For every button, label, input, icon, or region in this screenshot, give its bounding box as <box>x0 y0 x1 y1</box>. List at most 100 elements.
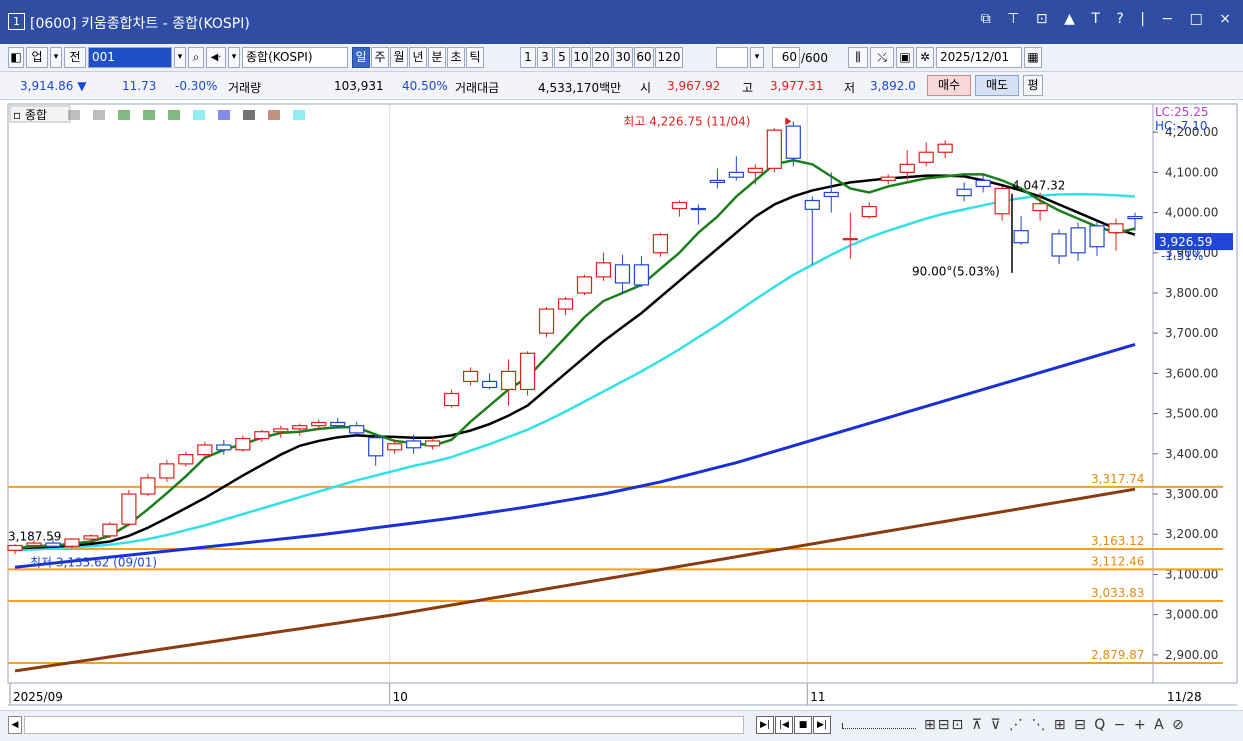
interval-3[interactable]: 3 <box>537 47 553 68</box>
candle-body <box>368 437 384 457</box>
window-title: [0600] 키움종합차트 - 종합(KOSPI) <box>30 16 250 32</box>
price-chart[interactable]: 2025/09 10 11 11/284,200.004,100.004,000.00… <box>0 100 1243 710</box>
tab-period-second[interactable]: 초 <box>447 47 465 68</box>
name-input[interactable]: 종합(KOSPI) <box>242 47 348 68</box>
settings-gear-icon[interactable]: ✲ <box>916 47 934 68</box>
zoom-slider[interactable] <box>842 723 916 729</box>
nav-next-button[interactable]: ▶| <box>813 716 831 734</box>
candle-body <box>121 493 137 525</box>
interval-10[interactable]: 10 <box>571 47 591 68</box>
candle-body <box>671 201 688 210</box>
chart-title: ▫ 종합 <box>13 108 47 122</box>
peak-label: 4,047.32 <box>1012 179 1065 193</box>
x-tick-label: 11/28 <box>1167 690 1202 704</box>
high-annotation: 최고 4,226.75 (11/04) <box>623 114 750 128</box>
candle-body <box>1089 225 1105 248</box>
candle-body <box>690 207 706 211</box>
nav-first-button[interactable]: ▶| <box>756 716 774 734</box>
horizontal-scrollbar[interactable] <box>24 716 744 734</box>
volume-value: 103,931 <box>334 79 384 93</box>
code-input[interactable]: 001 <box>88 47 172 68</box>
candle-body <box>1032 203 1048 212</box>
close-icon[interactable]: × <box>1219 11 1235 27</box>
tab-period-day[interactable]: 일 <box>352 47 370 68</box>
candle-body <box>1070 227 1086 254</box>
interval-dropdown-icon[interactable]: ▾ <box>750 47 764 68</box>
tab-period-year[interactable]: 년 <box>409 47 427 68</box>
nav-prev-button[interactable]: |◀ <box>775 716 793 734</box>
candle-body <box>349 425 365 434</box>
open-label: 시 <box>640 81 652 95</box>
candle-body <box>500 370 517 391</box>
name-dropdown-icon[interactable]: ▾ <box>228 47 240 68</box>
open-value: 3,967.92 <box>667 79 721 93</box>
interval-30[interactable]: 30 <box>613 47 633 68</box>
horizontal-level-label: 3,317.74 <box>1091 472 1144 486</box>
window-controls[interactable]: ⧉ ⊤ ⊡ ▲ T ? | − □ × <box>977 11 1235 27</box>
date-input[interactable]: 2025/12/01 <box>936 47 1022 68</box>
candle-body <box>519 352 536 391</box>
count-total: /600 <box>801 51 828 65</box>
code-dropdown-icon[interactable]: ▾ <box>174 47 186 68</box>
count-input[interactable]: 60 <box>772 47 800 68</box>
amount-value: 4,533,170백만 <box>538 81 622 95</box>
x-tick-label: 10 <box>393 690 408 704</box>
minimize-icon[interactable]: − <box>1161 11 1177 27</box>
title-bar: 1 [0600] 키움종합차트 - 종합(KOSPI) ⧉ ⊤ ⊡ ▲ T ? … <box>0 0 1243 44</box>
avg-button[interactable]: 평 <box>1023 75 1043 96</box>
layout-icon[interactable]: ◧ <box>8 47 24 68</box>
tab-period-month[interactable]: 월 <box>390 47 408 68</box>
indicator-icon[interactable]: ⤯ <box>870 47 894 68</box>
interval-1[interactable]: 1 <box>520 47 536 68</box>
interval-20[interactable]: 20 <box>592 47 612 68</box>
price-change-pct: -0.30% <box>175 79 218 93</box>
maximize-icon[interactable]: □ <box>1190 11 1207 27</box>
nav-stop-button[interactable]: ■ <box>794 716 812 734</box>
candle-body <box>311 421 327 427</box>
y-tick-label: 3,000.00 <box>1165 608 1218 622</box>
window-icon[interactable]: ⊡ <box>1036 11 1052 27</box>
buy-button[interactable]: 매수 <box>927 75 971 96</box>
scroll-left-button[interactable]: ◀ <box>8 716 22 734</box>
calendar-icon[interactable]: ▦ <box>1024 47 1042 68</box>
tab-period-week[interactable]: 주 <box>371 47 389 68</box>
x-tick-label: 11 <box>810 690 825 704</box>
text-icon[interactable]: T <box>1091 11 1104 27</box>
horizontal-level-label: 3,163.12 <box>1091 534 1144 548</box>
tab-period-minute[interactable]: 분 <box>428 47 446 68</box>
high-value: 3,977.31 <box>770 79 824 93</box>
candle-body <box>576 276 593 294</box>
lc-label: LC:25.25 <box>1155 105 1208 119</box>
sell-button[interactable]: 매도 <box>975 75 1019 96</box>
candle-body <box>614 264 631 284</box>
drawing-tools[interactable]: ⊞⊟⊡ ⊼ ⊽ ⋰ ⋱ ⊞ ⊟ Q − + A ⊘ <box>924 717 1186 733</box>
interval-120[interactable]: 120 <box>655 47 683 68</box>
dropdown-icon[interactable]: ▾ <box>50 47 62 68</box>
tool-icon[interactable]: ▲ <box>1064 11 1079 27</box>
current-price-label: 3,926.59 <box>1159 235 1212 249</box>
interval-60[interactable]: 60 <box>634 47 654 68</box>
pin-icon[interactable]: ⊤ <box>1007 11 1023 27</box>
btn-up[interactable]: 업 <box>26 47 48 68</box>
legend-swatch <box>143 110 155 120</box>
candle-body <box>462 370 479 383</box>
legend-swatch <box>218 110 230 120</box>
tab-period-tick[interactable]: 틱 <box>466 47 484 68</box>
legend-swatch <box>93 110 105 120</box>
candle-body <box>747 167 763 173</box>
btn-all[interactable]: 전 <box>64 47 86 68</box>
navigation-buttons: ▶| |◀ ■ ▶| <box>756 716 832 734</box>
save-icon[interactable]: ▣ <box>896 47 914 68</box>
help-icon[interactable]: ? <box>1116 11 1127 27</box>
y-axis-panel <box>1152 103 1238 684</box>
interval-custom-input[interactable] <box>716 47 748 68</box>
candle-type-icon[interactable]: ⫼ <box>848 47 868 68</box>
restore-icon[interactable]: ⧉ <box>981 11 995 27</box>
plot-area <box>7 103 1154 684</box>
interval-5[interactable]: 5 <box>554 47 570 68</box>
legend-swatch <box>68 110 80 120</box>
search-icon[interactable]: ⌕ <box>188 47 204 68</box>
sound-icon[interactable]: ◀· <box>206 47 226 68</box>
candle-body <box>899 163 915 173</box>
angle-label: 90.00°(5.03%) <box>912 265 1000 279</box>
